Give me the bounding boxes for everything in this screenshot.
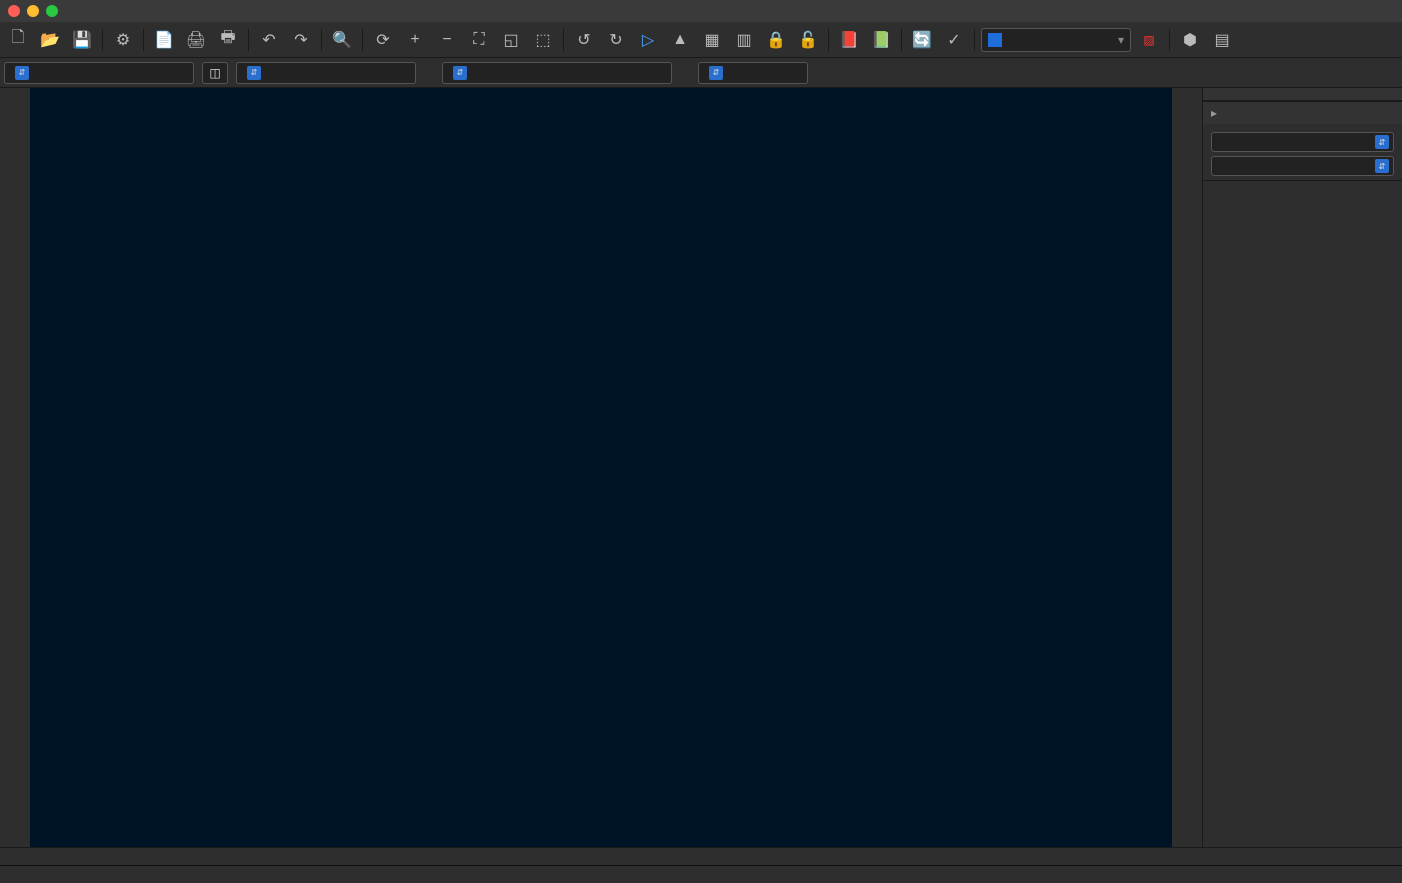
zoom-out-icon[interactable]: − xyxy=(433,26,461,54)
track-width-selector[interactable]: ⇵ xyxy=(4,62,194,84)
ungroup-icon[interactable]: ▥ xyxy=(730,26,758,54)
undo-icon[interactable]: ↶ xyxy=(255,26,283,54)
status-bar-info xyxy=(0,865,1402,883)
layer-pair-icon[interactable]: ▨ xyxy=(1135,26,1163,54)
board-setup-icon[interactable]: ⚙ xyxy=(109,26,137,54)
zoom-objects-icon[interactable]: ◱ xyxy=(497,26,525,54)
grid-selector[interactable]: ⇵ xyxy=(442,62,672,84)
status-bar-stats xyxy=(0,847,1402,865)
via-size-selector[interactable]: ⇵ xyxy=(236,62,416,84)
presets-selector[interactable]: ⇵ xyxy=(1211,132,1394,152)
zoom-in-icon[interactable]: + xyxy=(401,26,429,54)
titlebar xyxy=(0,0,1402,22)
rotate-cw-icon[interactable]: ↻ xyxy=(602,26,630,54)
zoom-fit-icon[interactable]: ⛶ xyxy=(465,26,493,54)
layer-swatch-icon xyxy=(988,33,1002,47)
page-settings-icon[interactable]: 📄 xyxy=(150,26,178,54)
print-icon[interactable]: 🖨 xyxy=(182,26,210,54)
rotate-ccw-icon[interactable]: ↺ xyxy=(570,26,598,54)
zoom-selection-icon[interactable]: ⬚ xyxy=(529,26,557,54)
new-board-icon[interactable]: 🗋 xyxy=(4,26,32,54)
save-icon[interactable]: 💾 xyxy=(68,26,96,54)
viewports-selector[interactable]: ⇵ xyxy=(1211,156,1394,176)
appearance-title xyxy=(1203,88,1402,101)
zoom-window-icon[interactable] xyxy=(46,5,58,17)
zoom-refresh-icon[interactable]: ⟳ xyxy=(369,26,397,54)
zoom-selector[interactable]: ⇵ xyxy=(698,62,808,84)
plot-icon[interactable]: 🖶 xyxy=(214,26,242,54)
footprint-browser-icon[interactable]: 📗 xyxy=(867,26,895,54)
footprint-editor-icon[interactable]: 📕 xyxy=(835,26,863,54)
right-toolbar xyxy=(1172,88,1202,847)
minimize-window-icon[interactable] xyxy=(27,5,39,17)
mirror-h-icon[interactable]: ▲ xyxy=(666,26,694,54)
options-toolbar: ⇵ ◫ ⇵ ⇵ ⇵ xyxy=(0,58,1402,88)
3d-viewer-icon[interactable]: ⬢ xyxy=(1176,26,1204,54)
drc-icon[interactable]: ✓ xyxy=(940,26,968,54)
selection-filter xyxy=(1203,180,1402,193)
layer-display-options[interactable] xyxy=(1203,101,1402,124)
group-icon[interactable]: ▦ xyxy=(698,26,726,54)
appearance-panel: ⇵ ⇵ xyxy=(1202,88,1402,847)
open-icon[interactable]: 📂 xyxy=(36,26,64,54)
redo-icon[interactable]: ↷ xyxy=(287,26,315,54)
main-toolbar: 🗋 📂 💾 ⚙ 📄 🖨 🖶 ↶ ↷ 🔍 ⟳ + − ⛶ ◱ ⬚ ↺ ↻ ▷ ▲ … xyxy=(0,22,1402,58)
active-layer-selector[interactable]: ▾ xyxy=(981,28,1131,52)
update-pcb-icon[interactable]: 🔄 xyxy=(908,26,936,54)
unlock-icon[interactable]: 🔓 xyxy=(794,26,822,54)
mirror-v-icon[interactable]: ▷ xyxy=(634,26,662,54)
pcb-canvas[interactable] xyxy=(30,88,1172,847)
auto-track-width-icon[interactable]: ◫ xyxy=(202,62,228,84)
scripting-console-icon[interactable]: ▤ xyxy=(1208,26,1236,54)
left-toolbar xyxy=(0,88,30,847)
lock-icon[interactable]: 🔒 xyxy=(762,26,790,54)
find-icon[interactable]: 🔍 xyxy=(328,26,356,54)
window-controls xyxy=(8,5,58,17)
chevron-down-icon: ▾ xyxy=(1118,33,1124,47)
close-window-icon[interactable] xyxy=(8,5,20,17)
